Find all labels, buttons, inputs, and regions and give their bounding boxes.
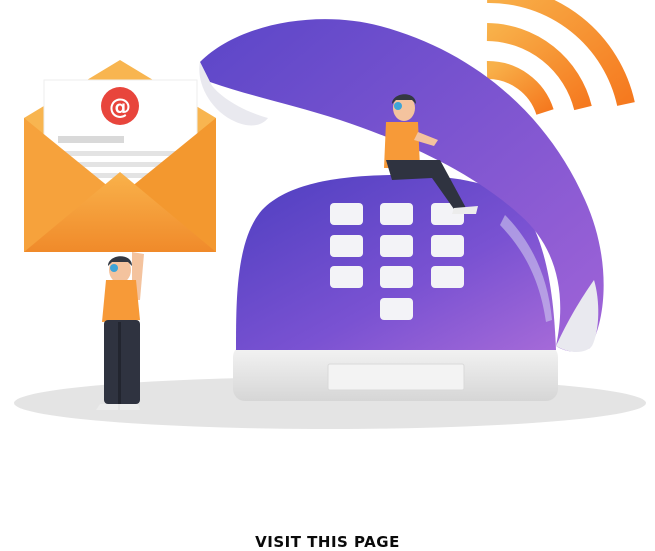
at-sign-glyph: @ — [109, 95, 131, 120]
envelope-icon: @ — [24, 60, 216, 252]
contact-illustration: @ — [14, 0, 646, 429]
letter-line — [58, 136, 124, 143]
phone-stand-slot — [327, 363, 465, 391]
letter-line — [58, 151, 180, 156]
visit-page-link[interactable]: VISIT THIS PAGE — [0, 534, 655, 551]
telephone-icon — [199, 19, 604, 401]
